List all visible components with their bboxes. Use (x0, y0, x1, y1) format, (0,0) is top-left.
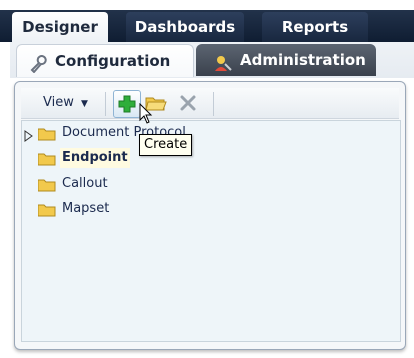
user-admin-icon (214, 51, 232, 71)
plus-icon (118, 95, 136, 113)
tab-dashboards[interactable]: Dashboards (126, 12, 244, 42)
main-panel: View ▼ Document Protocol Endpoint Callou… (14, 81, 406, 350)
tab-administration[interactable]: Administration (196, 44, 376, 76)
view-menu-button[interactable]: View ▼ (43, 88, 88, 118)
tree-item-label: Endpoint (62, 150, 128, 165)
tab-designer[interactable]: Designer (12, 12, 108, 42)
tab-configuration-label: Configuration (55, 52, 171, 70)
wrench-icon (29, 52, 47, 74)
delete-icon[interactable] (179, 94, 197, 112)
create-tooltip: Create (139, 134, 193, 156)
tab-configuration[interactable]: Configuration (16, 44, 194, 77)
folder-icon (37, 151, 56, 166)
expand-arrow-icon[interactable] (24, 127, 34, 142)
tab-reports[interactable]: Reports (262, 12, 368, 42)
sub-tab-bar: Configuration Administration (10, 42, 414, 78)
tree-item[interactable]: Endpoint (60, 148, 130, 168)
toolbar: View ▼ (21, 88, 399, 119)
view-menu-label: View (43, 95, 74, 110)
chevron-down-icon: ▼ (81, 99, 88, 109)
folder-icon (37, 126, 56, 141)
folder-icon (37, 177, 56, 192)
tab-administration-label: Administration (240, 51, 366, 69)
top-tab-bar: Designer Dashboards Reports (0, 0, 414, 42)
create-button[interactable] (113, 90, 141, 118)
mouse-cursor-icon (139, 102, 153, 125)
folder-icon (37, 202, 56, 217)
toolbar-divider (105, 92, 106, 116)
tree-item-label: Callout (62, 176, 108, 191)
tree-item[interactable]: Mapset (62, 199, 109, 219)
tree-item-label: Mapset (62, 201, 110, 216)
toolbar-divider (213, 92, 214, 116)
tree-item[interactable]: Callout (62, 174, 108, 194)
tree-view: Document Protocol Endpoint Callout Mapse… (21, 120, 401, 342)
